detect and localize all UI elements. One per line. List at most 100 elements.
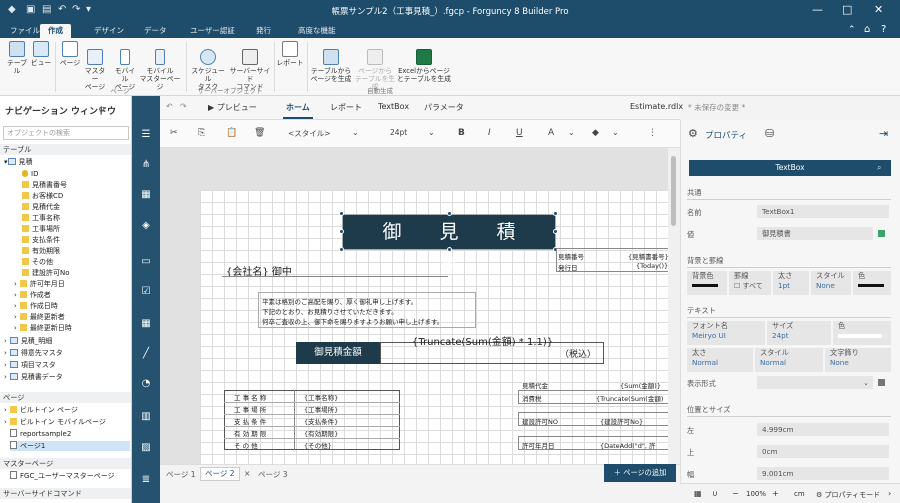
chevron-down-icon[interactable]: ⌄ [352,128,359,137]
unit-label[interactable]: cm [794,490,805,498]
tree-item[interactable]: reportsample2 [10,429,71,439]
tree-item[interactable]: 見積代金 [22,202,60,212]
design-canvas[interactable]: 御 見 積 書 {会社名} 御中 見積番号 {見積書番号} 発行日 {Today… [160,148,668,464]
tree-item[interactable]: › 作成者 [14,290,51,300]
property-mode-button[interactable]: ⚙ プロパティモード [816,490,880,500]
table-tool-icon[interactable]: ▦ [140,318,152,330]
page-tab-1[interactable]: ページ 1 [166,469,196,480]
gear-icon[interactable]: ⚙ [688,127,698,140]
tab-user-auth[interactable]: ユーザー認証 [182,24,243,38]
page-to-table-button[interactable]: ページから テーブルを生成 [353,41,397,91]
home-icon[interactable]: ⌂ [864,24,870,35]
excel-generate-button[interactable]: Excelからページ とテーブルを生成 [397,41,451,83]
tree-item[interactable]: 工事名称 [22,213,60,223]
left-field[interactable]: 4.999cm [757,423,889,436]
group-icon[interactable]: ▦ [140,189,152,201]
page-tab-3[interactable]: ページ 3 [258,469,288,480]
fill-color-icon[interactable]: ◆ [592,128,599,138]
border-field[interactable]: 罫線 ☐ すべて [729,271,771,295]
tab-advanced[interactable]: 高度な機能 [290,24,344,38]
close-icon[interactable]: ✕ [874,3,883,16]
tree-item[interactable]: その他 [22,257,53,267]
close-tab-icon[interactable]: × [244,469,250,478]
font-style-field[interactable]: スタイル Normal [755,348,823,372]
chevron-right-icon[interactable]: › [888,489,891,498]
section-server[interactable]: サーバーサイドコマンド [0,488,131,499]
table-to-page-button[interactable]: テーブルから ページを生成 [309,41,353,83]
help-icon[interactable]: ? [881,24,886,35]
amount-expression[interactable]: {Truncate(Sum(金額) * 1.1)} [412,337,560,349]
expression-icon[interactable] [878,230,885,237]
font-color-field[interactable]: 色 [833,321,891,345]
expression-icon[interactable] [878,379,885,386]
add-page-button[interactable]: ＋ ページの追加 [604,464,676,482]
tree-item-selected[interactable]: ページ1 [10,441,130,451]
section-master[interactable]: マスターページ [0,458,131,469]
font-name-field[interactable]: フォント名 Meiryo UI [687,321,765,345]
tree-item[interactable]: 支払条件 [22,235,60,245]
menu-icon[interactable]: ☰ [140,129,152,141]
delete-icon[interactable]: 🗑 [254,128,265,138]
panel-toggle-icon[interactable]: ⇥ [879,127,888,140]
barcode-icon[interactable]: ▥ [140,411,152,423]
tree-item[interactable]: 工事場所 [22,224,60,234]
back-icon[interactable]: ↶ [166,102,173,111]
zoom-in-icon[interactable]: + [772,489,779,498]
shape-icon[interactable]: ◔ [140,378,152,390]
tab-publish[interactable]: 発行 [248,24,279,38]
tab-design[interactable]: デザイン [86,24,132,38]
style-field[interactable]: スタイル None [811,271,851,295]
vertical-scrollbar[interactable] [668,148,680,464]
tab-textbox[interactable]: TextBox [378,102,409,111]
section-page[interactable]: ページ [0,392,131,403]
tree-item[interactable]: › 作成日時 [14,301,58,311]
italic-icon[interactable]: I [488,128,491,138]
more-icon[interactable]: ⋮ [648,128,657,138]
font-color-icon[interactable]: A [548,128,554,138]
minimize-icon[interactable]: — [812,3,823,16]
search-icon[interactable]: ⌕ [877,163,881,173]
paste-icon[interactable]: 📋 [226,128,237,138]
tree-item[interactable]: ID [22,169,38,179]
name-field[interactable]: TextBox1 [757,205,889,218]
tab-report[interactable]: レポート [330,102,362,113]
cut-icon[interactable]: ✂ [170,128,178,138]
bold-icon[interactable]: B [458,128,465,138]
color-field[interactable]: 色 [853,271,891,295]
bg-color-field[interactable]: 背景色 [687,271,727,295]
chevron-down-icon[interactable]: ⌄ [612,128,619,137]
top-field[interactable]: 0cm [757,445,889,458]
copy-icon[interactable]: ⎘ [198,128,205,138]
tree-icon[interactable]: ⋔ [140,159,152,171]
tree-item[interactable]: › 見積_明細 [4,336,52,346]
report-button[interactable]: レポート [276,41,304,67]
settings-icon[interactable]: ⚙ [98,105,105,114]
list-icon[interactable]: ≣ [140,474,152,486]
underline-icon[interactable]: U [516,128,523,138]
font-size-field[interactable]: サイズ 24pt [767,321,831,345]
master-page-button[interactable]: マスター ページ [82,41,108,91]
view-add-button[interactable]: ビュー [30,41,52,67]
textbox-icon[interactable]: ▭ [140,256,152,268]
tree-item[interactable]: › 最終更新者 [14,312,65,322]
page-button[interactable]: ページ [58,41,82,67]
zoom-out-icon[interactable]: − [732,489,739,498]
image-icon[interactable]: ▨ [140,442,152,454]
tab-home[interactable]: ホーム [283,102,313,119]
table-add-button[interactable]: テーブル [4,41,30,75]
mobile-master-button[interactable]: モバイル マスターページ [138,41,182,91]
properties-title[interactable]: プロパティ [705,129,747,141]
font-weight-field[interactable]: 太さ Normal [687,348,753,372]
forward-icon[interactable]: ↷ [180,102,187,111]
report-page[interactable]: 御 見 積 書 {会社名} 御中 見積番号 {見積書番号} 発行日 {Today… [200,190,668,464]
decoration-field[interactable]: 文字飾り None [825,348,891,372]
server-command-button[interactable]: サーバーサイド コマンド [228,41,272,91]
database-icon[interactable]: ⛁ [765,127,774,140]
value-field[interactable]: 御見積書 [757,227,873,240]
tree-item[interactable]: 見積書番号 [22,180,67,190]
amount-label[interactable]: 御見積金額 [296,342,380,364]
horizontal-scrollbar[interactable] [160,483,680,503]
tree-item[interactable]: › 得意先マスタ [4,348,63,358]
tree-item[interactable]: ▾ 見積 [4,157,33,167]
tab-create[interactable]: 作成 [40,24,71,38]
